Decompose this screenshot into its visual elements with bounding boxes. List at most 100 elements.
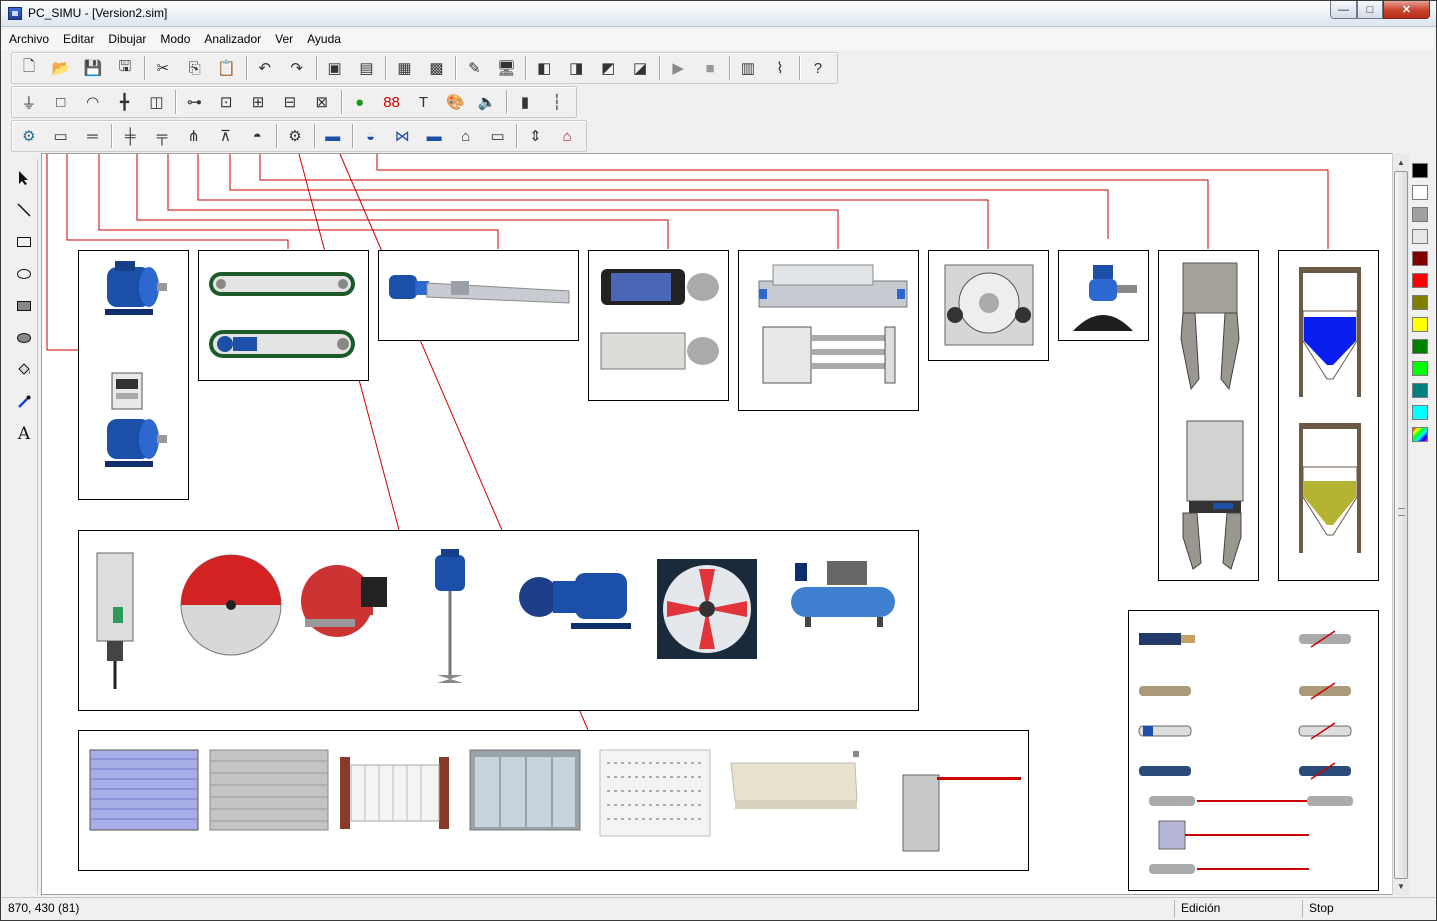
linear-slide[interactable] (757, 259, 909, 313)
stop-icon[interactable]: ■ (697, 55, 723, 81)
conveyor-icon[interactable]: ▭ (48, 123, 74, 149)
cube2-icon[interactable]: ◨ (563, 55, 589, 81)
help-icon[interactable]: ? (805, 55, 831, 81)
bar-icon[interactable]: ▬ (421, 123, 447, 149)
eyedropper-icon[interactable] (13, 391, 35, 413)
arc-icon[interactable]: ◠ (80, 89, 106, 115)
color-swatch[interactable] (1412, 185, 1428, 200)
electric-motor-2[interactable] (97, 411, 169, 477)
analyzer-icon[interactable]: ▥ (735, 55, 761, 81)
gauge-icon[interactable]: ▮ (512, 89, 538, 115)
menu-dibujar[interactable]: Dibujar (101, 29, 153, 50)
color-swatch[interactable] (1412, 229, 1428, 244)
redo-icon[interactable]: ↷ (284, 55, 310, 81)
color-swatch[interactable] (1412, 163, 1428, 178)
menu-analizador[interactable]: Analizador (197, 29, 268, 50)
reflex-sensor[interactable] (1151, 819, 1311, 851)
color-swatch[interactable] (1412, 427, 1428, 442)
valve4-icon[interactable]: ⊟ (277, 89, 303, 115)
electric-motor[interactable] (97, 259, 169, 325)
grid-icon[interactable]: ▦ (391, 55, 417, 81)
roller-shutter-gray[interactable] (209, 749, 329, 831)
play-icon[interactable]: ▶ (665, 55, 691, 81)
exhaust-fan[interactable] (655, 557, 759, 661)
speaker-icon[interactable]: 🔈 (474, 89, 500, 115)
color-swatch[interactable] (1412, 251, 1428, 266)
cylinder-lin2-icon[interactable]: ╤ (149, 123, 175, 149)
press-icon[interactable]: ⊼ (213, 123, 239, 149)
minimize-button[interactable]: — (1330, 1, 1357, 19)
rotary-actuator[interactable] (597, 265, 723, 311)
cut-icon[interactable]: ✂ (150, 55, 176, 81)
filled-rectangle-icon[interactable] (13, 295, 35, 317)
menu-ver[interactable]: Ver (268, 29, 300, 50)
panel-icon[interactable]: □ (48, 89, 74, 115)
motorized-conveyor[interactable] (207, 327, 357, 361)
awning[interactable] (729, 749, 859, 815)
inductive-sensor-2-off[interactable] (1297, 681, 1359, 701)
pencil-icon[interactable]: ✎ (461, 55, 487, 81)
conveyor-belt[interactable] (207, 269, 357, 299)
select-arrow-icon[interactable] (13, 167, 35, 189)
color-swatch[interactable] (1412, 383, 1428, 398)
optical-sensor-off[interactable] (1297, 721, 1359, 741)
close-button[interactable]: ✕ (1383, 1, 1430, 19)
led-icon[interactable]: ● (347, 89, 373, 115)
text-tool-icon[interactable]: A (13, 423, 35, 445)
ventilation-grille[interactable] (599, 749, 711, 839)
guided-slide[interactable] (757, 319, 909, 389)
gear-icon[interactable]: ⚙ (282, 123, 308, 149)
ruler-icon[interactable]: ▭ (485, 123, 511, 149)
monitor-icon[interactable]: 🖥 (493, 55, 519, 81)
menu-archivo[interactable]: Archivo (2, 29, 56, 50)
parallel-gripper[interactable] (1169, 259, 1249, 393)
paste-icon[interactable]: 📋 (214, 55, 240, 81)
inductive-sensor-off[interactable] (1297, 629, 1359, 649)
roller-shutter-blue[interactable] (89, 749, 199, 831)
centrifugal-pump[interactable] (515, 557, 633, 637)
fill-bucket-icon[interactable] (13, 359, 35, 381)
factory-icon[interactable]: ⌂ (453, 123, 479, 149)
diffuse-sensor[interactable] (1147, 859, 1311, 879)
silo-blue[interactable] (1289, 261, 1371, 403)
drawing-canvas[interactable] (41, 153, 1393, 895)
switch-icon[interactable]: ⏚ (16, 89, 42, 115)
capacitive-sensor[interactable] (1137, 629, 1199, 649)
filled-ellipse-icon[interactable] (13, 327, 35, 349)
valve1-icon[interactable]: ⊶ (181, 89, 207, 115)
color-swatch[interactable] (1412, 273, 1428, 288)
valve2-icon[interactable]: ⊡ (213, 89, 239, 115)
copy-icon[interactable]: ⎘ (182, 55, 208, 81)
sliding-glass-doors[interactable] (469, 749, 581, 831)
cube3-icon[interactable]: ◩ (595, 55, 621, 81)
silo-olive[interactable] (1289, 417, 1371, 559)
chart-icon[interactable]: ⌇ (767, 55, 793, 81)
valve-blue-icon[interactable]: ⋈ (389, 123, 415, 149)
scroll-down-arrow-icon[interactable]: ▼ (1393, 878, 1409, 894)
scroll-thumb[interactable] (1394, 171, 1408, 879)
cylinder-icon[interactable]: ◫ (144, 89, 170, 115)
ellipse-icon[interactable] (13, 263, 35, 285)
gripper-icon[interactable]: ⋔ (181, 123, 207, 149)
color-swatch[interactable] (1412, 317, 1428, 332)
send-back-icon[interactable]: ▤ (354, 55, 380, 81)
grid-snap-icon[interactable]: ▩ (423, 55, 449, 81)
valve5-icon[interactable]: ⊠ (309, 89, 335, 115)
mixer-agitator[interactable] (425, 547, 479, 693)
color-swatch[interactable] (1412, 405, 1428, 420)
bin-icon[interactable]: ◓ (244, 123, 270, 149)
scale-icon[interactable]: ┆ (544, 89, 570, 115)
proximity-sensor-off[interactable] (1297, 761, 1359, 781)
menu-ayuda[interactable]: Ayuda (300, 29, 348, 50)
miter-saw[interactable] (301, 547, 393, 649)
text-icon[interactable]: T (411, 89, 437, 115)
line-icon[interactable] (13, 199, 35, 221)
elevator-icon[interactable]: ⇕ (522, 123, 548, 149)
through-beam-sensor[interactable] (1137, 791, 1369, 811)
panel-blue-icon[interactable]: ▬ (320, 123, 346, 149)
drilling-unit[interactable] (93, 547, 143, 693)
palette-icon[interactable]: 🎨 (442, 89, 468, 115)
barrier-controller[interactable] (899, 769, 1023, 855)
bring-front-icon[interactable]: ▣ (322, 55, 348, 81)
rectangle-icon[interactable] (13, 231, 35, 253)
